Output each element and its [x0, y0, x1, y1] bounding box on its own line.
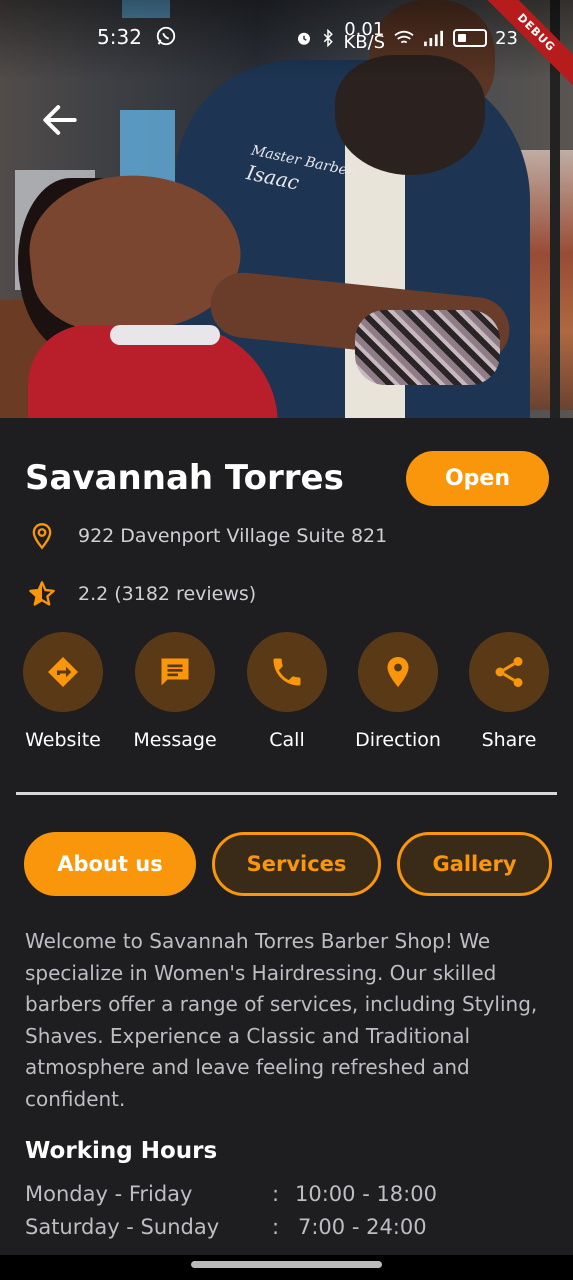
message-label: Message	[133, 729, 217, 751]
website-label: Website	[25, 729, 101, 751]
call-button[interactable]: Call	[232, 632, 342, 751]
status-time: 5:32	[97, 25, 142, 49]
share-label: Share	[481, 729, 537, 751]
hero-photo: Master Barber Isaac	[0, 0, 573, 418]
message-button[interactable]: Message	[120, 632, 230, 751]
battery-icon	[453, 29, 488, 47]
hours-day: Monday - Friday	[25, 1182, 193, 1206]
network-speed: 0.01 KB/S	[343, 19, 386, 53]
bluetooth-icon	[324, 29, 334, 47]
open-status-badge: Open	[406, 451, 549, 506]
battery-percent: 23	[495, 27, 518, 49]
location-pin-icon	[32, 523, 52, 550]
whatsapp-icon	[156, 26, 176, 46]
share-button[interactable]: Share	[454, 632, 564, 751]
arrow-left-icon	[43, 105, 77, 135]
hours-time: 10:00 - 18:00	[295, 1182, 437, 1206]
status-bar: 5:32 0.01 KB/S 23	[0, 20, 573, 54]
direction-button[interactable]: Direction	[343, 632, 453, 751]
wifi-icon	[394, 30, 414, 44]
shop-address: 922 Davenport Village Suite 821	[78, 525, 388, 547]
share-icon	[495, 657, 523, 687]
working-hours-title: Working Hours	[25, 1138, 218, 1164]
home-gesture-handle[interactable]	[191, 1261, 382, 1268]
back-button[interactable]	[38, 98, 82, 142]
tab-about-us[interactable]: About us	[24, 832, 196, 896]
hours-separator: :	[272, 1182, 280, 1206]
direction-label: Direction	[355, 729, 441, 751]
shop-name: Savannah Torres	[25, 458, 344, 498]
shop-rating: 2.2 (3182 reviews)	[78, 583, 257, 605]
directions-arrow-icon	[48, 657, 78, 687]
hours-separator: :	[272, 1215, 280, 1239]
map-pin-icon	[387, 657, 409, 687]
message-icon	[161, 658, 189, 686]
tab-bar: About us Services Gallery	[0, 832, 573, 896]
section-divider	[16, 792, 557, 795]
action-bar: Website Message Call Direction Share	[0, 632, 573, 762]
website-button[interactable]: Website	[8, 632, 118, 751]
hours-time: 7:00 - 24:00	[298, 1215, 427, 1239]
phone-icon	[273, 658, 301, 686]
address-row: 922 Davenport Village Suite 821	[28, 522, 387, 550]
hours-day: Saturday - Sunday	[25, 1215, 220, 1239]
star-half-icon	[29, 581, 55, 606]
alarm-icon	[298, 32, 311, 45]
about-text: Welcome to Savannah Torres Barber Shop! …	[25, 929, 538, 1111]
call-label: Call	[269, 729, 305, 751]
signal-icon	[424, 30, 444, 47]
rating-row: 2.2 (3182 reviews)	[28, 580, 256, 608]
tab-gallery[interactable]: Gallery	[397, 832, 552, 896]
shop-details: Savannah Torres Open 922 Davenport Villa…	[0, 418, 573, 1255]
tab-services[interactable]: Services	[212, 832, 381, 896]
